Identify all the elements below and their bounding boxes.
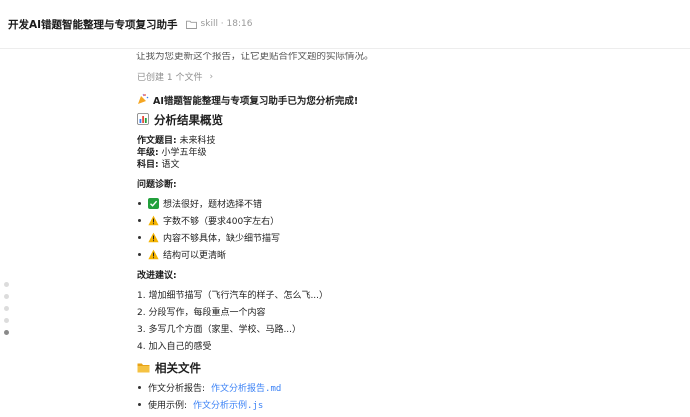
created-files-label: 已创建 1 个文件 <box>137 73 203 83</box>
file-item: 作文分析报告: 作文分析报告.md <box>138 381 281 394</box>
warning-icon <box>148 249 159 260</box>
diagnosis-text: 结构可以更清晰 <box>163 251 227 261</box>
created-files-toggle[interactable]: 已创建 1 个文件 › <box>137 70 214 84</box>
file-item: 使用示例: 作文分析示例.js <box>138 398 263 411</box>
improvement-item: 1. 增加细节描写（飞行汽车的样子、怎么飞...） <box>137 291 329 301</box>
conversation-meta: skill · 18:16 <box>200 19 253 29</box>
header-divider <box>0 48 690 49</box>
nav-dot[interactable] <box>4 318 9 323</box>
conversation-title: 开发AI错题智能整理与专项复习助手 <box>8 18 178 31</box>
warning-icon <box>148 215 159 226</box>
bullet <box>138 219 141 222</box>
file-label: 使用示例: <box>148 401 188 411</box>
folder-icon <box>137 358 150 377</box>
file-link-example[interactable]: 作文分析示例.js <box>193 398 263 411</box>
improvement-item: 4. 加入自己的感受 <box>137 342 212 352</box>
nav-dot[interactable] <box>4 282 9 287</box>
completion-text: AI错题智能整理与专项复习助手已为您分析完成! <box>153 95 359 107</box>
improvements-heading: 改进建议: <box>137 271 177 281</box>
field-subject: 科目: 语文 <box>137 157 180 170</box>
completion-message: AI错题智能整理与专项复习助手已为您分析完成! <box>137 90 358 109</box>
improvement-item: 3. 多写几个方面（家里、学校、马路...） <box>137 325 302 335</box>
diagnosis-item: 结构可以更清晰 <box>138 248 226 261</box>
related-files-heading: 相关文件 <box>137 358 201 377</box>
warning-icon <box>148 232 159 243</box>
field-label: 科目: <box>137 160 159 170</box>
diagnosis-text: 内容不够具体，缺少细节描写 <box>163 234 281 244</box>
nav-dot[interactable] <box>4 306 9 311</box>
previous-message-line: 让我为您更新这个报告，让它更贴合作文题的实际情况。 <box>136 52 374 61</box>
field-value: 语文 <box>161 160 180 170</box>
party-popper-icon <box>137 90 149 109</box>
folder-icon[interactable] <box>185 20 197 29</box>
diagnosis-text: 想法很好，题材选择不错 <box>163 200 263 210</box>
file-link-report[interactable]: 作文分析报告.md <box>211 381 281 394</box>
file-label: 作文分析报告: <box>148 384 206 394</box>
diagnosis-item: 想法很好，题材选择不错 <box>138 197 262 210</box>
bullet <box>138 236 141 239</box>
nav-dot[interactable] <box>4 294 9 299</box>
bullet <box>138 202 141 205</box>
related-files-title: 相关文件 <box>155 360 201 375</box>
chevron-right-icon: › <box>209 71 214 82</box>
diagnosis-item: 字数不够（要求400字左右） <box>138 214 279 227</box>
bullet <box>138 403 141 406</box>
nav-dot-active[interactable] <box>4 330 9 335</box>
bar-chart-icon <box>137 110 149 129</box>
check-icon <box>148 198 159 209</box>
improvement-item: 2. 分段写作，每段重点一个内容 <box>137 308 266 318</box>
bullet <box>138 253 141 256</box>
conversation-header: 开发AI错题智能整理与专项复习助手 skill · 18:16 <box>0 0 690 48</box>
overview-title: 分析结果概览 <box>154 112 223 127</box>
diagnosis-item: 内容不够具体，缺少细节描写 <box>138 231 280 244</box>
bullet <box>138 386 141 389</box>
diagnosis-heading: 问题诊断: <box>137 180 177 190</box>
overview-heading: 分析结果概览 <box>137 110 223 129</box>
diagnosis-text: 字数不够（要求400字左右） <box>163 217 280 227</box>
